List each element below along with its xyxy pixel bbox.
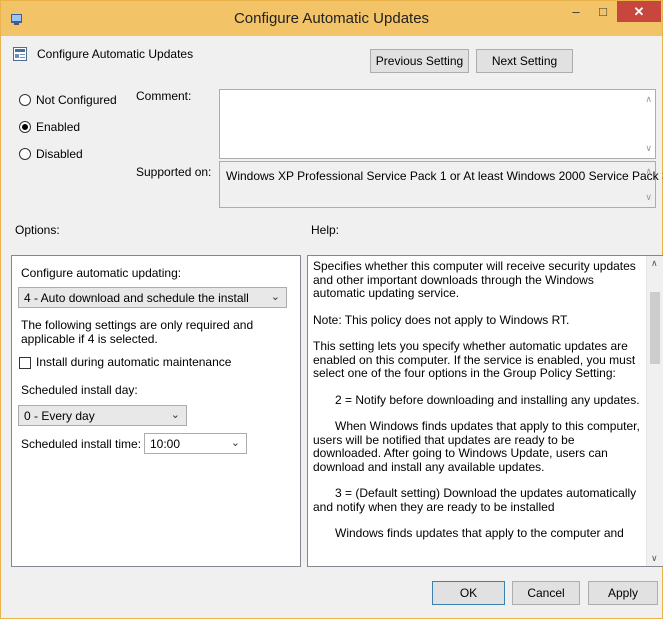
install-day-dropdown[interactable]: 0 - Every day ⌄: [18, 405, 187, 426]
comment-label: Comment:: [136, 89, 192, 103]
options-note: The following settings are only required…: [21, 318, 254, 346]
scroll-down-icon[interactable]: ∨: [645, 192, 652, 203]
install-day-value: 0 - Every day: [24, 409, 95, 423]
radio-not-configured[interactable]: [19, 94, 31, 106]
close-button[interactable]: ✕: [617, 1, 661, 22]
scroll-up-icon[interactable]: ∧: [645, 94, 652, 105]
scroll-up-icon[interactable]: ∧: [645, 166, 652, 177]
help-paragraph: 2 = Notify before downloading and instal…: [335, 392, 640, 407]
install-day-label: Scheduled install day:: [21, 383, 138, 397]
help-paragraph: Specifies whether this computer will rec…: [313, 259, 636, 300]
install-time-dropdown[interactable]: 10:00 ⌄: [144, 433, 247, 454]
supported-on-field: Windows XP Professional Service Pack 1 o…: [219, 161, 663, 208]
radio-selected-dot: [22, 124, 28, 130]
maximize-button[interactable]: □: [590, 1, 616, 22]
install-time-label: Scheduled install time:: [21, 437, 142, 451]
options-panel: Configure automatic updating: 4 - Auto d…: [11, 255, 301, 567]
ok-button[interactable]: OK: [432, 581, 505, 605]
previous-setting-button[interactable]: Previous Setting: [370, 49, 469, 73]
help-paragraph: This setting lets you specify whether au…: [313, 339, 636, 380]
chevron-down-icon: ⌄: [270, 291, 280, 303]
minimize-button[interactable]: –: [563, 1, 589, 22]
scroll-down-icon[interactable]: ∨: [651, 553, 658, 564]
scrollbar-thumb[interactable]: [650, 292, 660, 364]
options-title: Options:: [15, 223, 60, 237]
maintenance-checkbox[interactable]: [19, 357, 31, 369]
help-title: Help:: [311, 223, 340, 237]
configure-updating-value: 4 - Auto download and schedule the insta…: [24, 291, 249, 305]
comment-field[interactable]: ∧ ∨: [219, 89, 656, 159]
supported-on-value: Windows XP Professional Service Pack 1 o…: [226, 169, 663, 183]
configure-updating-dropdown[interactable]: 4 - Auto download and schedule the insta…: [18, 287, 287, 308]
help-panel: Specifies whether this computer will rec…: [307, 255, 663, 567]
maintenance-label: Install during automatic maintenance: [36, 355, 232, 369]
help-text: Specifies whether this computer will rec…: [313, 259, 645, 554]
setting-name: Configure Automatic Updates: [37, 47, 194, 61]
radio-disabled[interactable]: [19, 148, 31, 160]
chevron-down-icon: ⌄: [230, 437, 240, 449]
chevron-down-icon: ⌄: [170, 409, 180, 421]
configure-updating-label: Configure automatic updating:: [21, 266, 182, 280]
radio-not-configured-label: Not Configured: [36, 93, 117, 107]
scroll-up-icon[interactable]: ∧: [651, 258, 658, 269]
help-paragraph: Windows finds updates that apply to the …: [335, 526, 624, 540]
policy-icon: [13, 47, 27, 61]
cancel-button[interactable]: Cancel: [512, 581, 580, 605]
next-setting-button[interactable]: Next Setting: [476, 49, 573, 73]
help-paragraph: Note: This policy does not apply to Wind…: [313, 312, 570, 327]
title-bar[interactable]: Configure Automatic Updates – □ ✕: [1, 1, 662, 36]
supported-on-label: Supported on:: [136, 165, 212, 179]
scroll-down-icon[interactable]: ∨: [645, 143, 652, 154]
dialog-window: Configure Automatic Updates – □ ✕ Config…: [0, 0, 663, 619]
radio-enabled[interactable]: [19, 121, 31, 133]
radio-enabled-label: Enabled: [36, 120, 81, 134]
apply-button[interactable]: Apply: [588, 581, 658, 605]
help-paragraph: When Windows finds updates that apply to…: [313, 419, 640, 474]
help-scrollbar[interactable]: ∧ ∨: [646, 256, 663, 566]
help-paragraph: 3 = (Default setting) Download the updat…: [313, 486, 637, 514]
install-time-value: 10:00: [150, 437, 181, 451]
radio-disabled-label: Disabled: [36, 147, 83, 161]
